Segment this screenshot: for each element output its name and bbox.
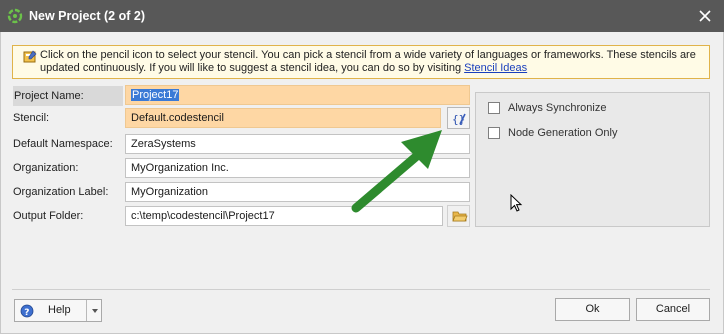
close-icon[interactable] [696, 7, 714, 25]
mouse-cursor-icon [510, 194, 523, 212]
project-name-input[interactable]: Project17 [125, 85, 470, 105]
stencil-input[interactable]: Default.codestencil [125, 108, 441, 128]
org-label-input[interactable]: MyOrganization [125, 182, 470, 202]
help-button[interactable]: ? Help [14, 299, 102, 322]
organization-input[interactable]: MyOrganization Inc. [125, 158, 470, 178]
always-synchronize-label: Always Synchronize [508, 102, 607, 114]
info-text: Click on the pencil icon to select your … [40, 49, 701, 75]
stencil-ideas-link[interactable]: Stencil Ideas [464, 62, 527, 74]
info-banner: Click on the pencil icon to select your … [12, 45, 710, 79]
info-message: Click on the pencil icon to select your … [40, 49, 696, 74]
project-name-label: Project Name: [13, 86, 123, 106]
app-icon [7, 8, 23, 24]
organization-label: Organization: [13, 162, 79, 174]
ok-button[interactable]: Ok [555, 298, 630, 321]
stencil-picker-icon: {} [452, 113, 466, 126]
namespace-label: Default Namespace: [13, 138, 113, 150]
org-label-label: Organization Label: [13, 186, 109, 198]
footer-divider [12, 289, 710, 290]
browse-folder-button[interactable] [447, 205, 470, 227]
title-bar: New Project (2 of 2) [0, 0, 724, 32]
info-icon [23, 50, 37, 63]
node-generation-only-label: Node Generation Only [508, 127, 618, 139]
stencil-picker-button[interactable]: {} [447, 107, 470, 129]
help-icon: ? [20, 304, 34, 318]
output-folder-input[interactable]: c:\temp\codestencil\Project17 [125, 206, 443, 226]
namespace-input[interactable]: ZeraSystems [125, 134, 470, 154]
node-generation-only-box[interactable] [488, 127, 500, 139]
help-split-divider [86, 300, 87, 321]
chevron-down-icon[interactable] [92, 309, 98, 313]
stencil-label: Stencil: [13, 112, 50, 124]
folder-icon [452, 211, 468, 222]
window-title: New Project (2 of 2) [29, 9, 145, 23]
always-synchronize-box[interactable] [488, 102, 500, 114]
cancel-button[interactable]: Cancel [636, 298, 710, 321]
svg-text:{}: {} [452, 113, 465, 126]
svg-text:?: ? [24, 308, 29, 318]
help-label: Help [48, 304, 71, 316]
project-name-value: Project17 [131, 89, 180, 101]
output-folder-label: Output Folder: [13, 210, 84, 222]
